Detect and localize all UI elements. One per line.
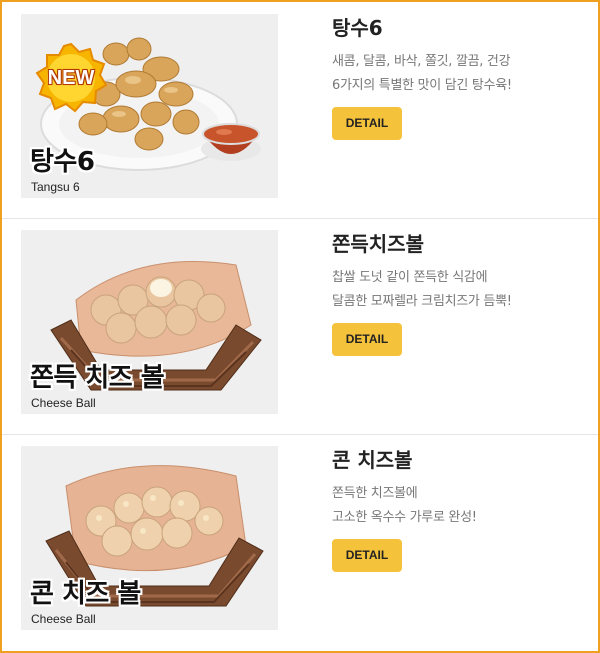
photo-label-en: Tangsu 6 [31, 180, 80, 194]
photo-label-kr: 쫀득 치즈 볼 [30, 363, 165, 393]
photo-label-kr: 콘 치즈 볼 [30, 579, 141, 609]
description-line: 6가지의 특별한 맛이 담긴 탕수육! [332, 78, 512, 93]
description-line: 달콤한 모짜렐라 크림치즈가 듬뿍! [332, 294, 512, 309]
new-badge-text: NEW [47, 67, 95, 89]
corn-cheese-ball-photo[interactable]: 콘 치즈 볼 Cheese Ball [21, 446, 278, 630]
description-line: 새콤, 달콤, 바삭, 쫄깃, 깔끔, 건강 [332, 54, 511, 69]
photo-label-en: Cheese Ball [31, 396, 96, 410]
description-line: 고소한 옥수수 가루로 완성! [332, 510, 477, 525]
photo-label-kr: 탕수6 [30, 147, 95, 177]
menu-item-title: 쫀득치즈볼 [332, 232, 424, 256]
menu-item-description: 새콤, 달콤, 바삭, 쫄깃, 깔끔, 건강 6가지의 특별한 맛이 담긴 탕수… [332, 50, 592, 98]
menu-item-description: 찹쌀 도넛 같이 쫀득한 식감에 달콤한 모짜렐라 크림치즈가 듬뿍! [332, 266, 592, 314]
menu-item-description: 쫀득한 치즈볼에 고소한 옥수수 가루로 완성! [332, 482, 592, 530]
new-badge: NEW [35, 42, 107, 114]
detail-button[interactable]: DETAIL [332, 539, 402, 572]
photo-label-en: Cheese Ball [31, 612, 96, 626]
menu-item-title: 콘 치즈볼 [332, 448, 413, 472]
description-line: 쫀득한 치즈볼에 [332, 486, 418, 501]
cheese-ball-photo[interactable]: 쫀득 치즈 볼 Cheese Ball [21, 230, 278, 414]
menu-item-tangsu6: NEW 탕수6 Tangsu 6 탕수6 새콤, 달콤, 바삭, 쫄깃, 깔끔,… [2, 2, 598, 219]
tangsu6-photo[interactable]: NEW 탕수6 Tangsu 6 [21, 14, 278, 198]
detail-button[interactable]: DETAIL [332, 323, 402, 356]
detail-button[interactable]: DETAIL [332, 107, 402, 140]
menu-item-corn-cheese-ball: 콘 치즈 볼 Cheese Ball 콘 치즈볼 쫀득한 치즈볼에 고소한 옥수… [2, 434, 598, 650]
menu-item-title: 탕수6 [332, 16, 383, 40]
description-line: 찹쌀 도넛 같이 쫀득한 식감에 [332, 270, 488, 285]
menu-item-cheese-ball: 쫀득 치즈 볼 Cheese Ball 쫀득치즈볼 찹쌀 도넛 같이 쫀득한 식… [2, 218, 598, 435]
menu-list: NEW 탕수6 Tangsu 6 탕수6 새콤, 달콤, 바삭, 쫄깃, 깔끔,… [0, 0, 600, 653]
